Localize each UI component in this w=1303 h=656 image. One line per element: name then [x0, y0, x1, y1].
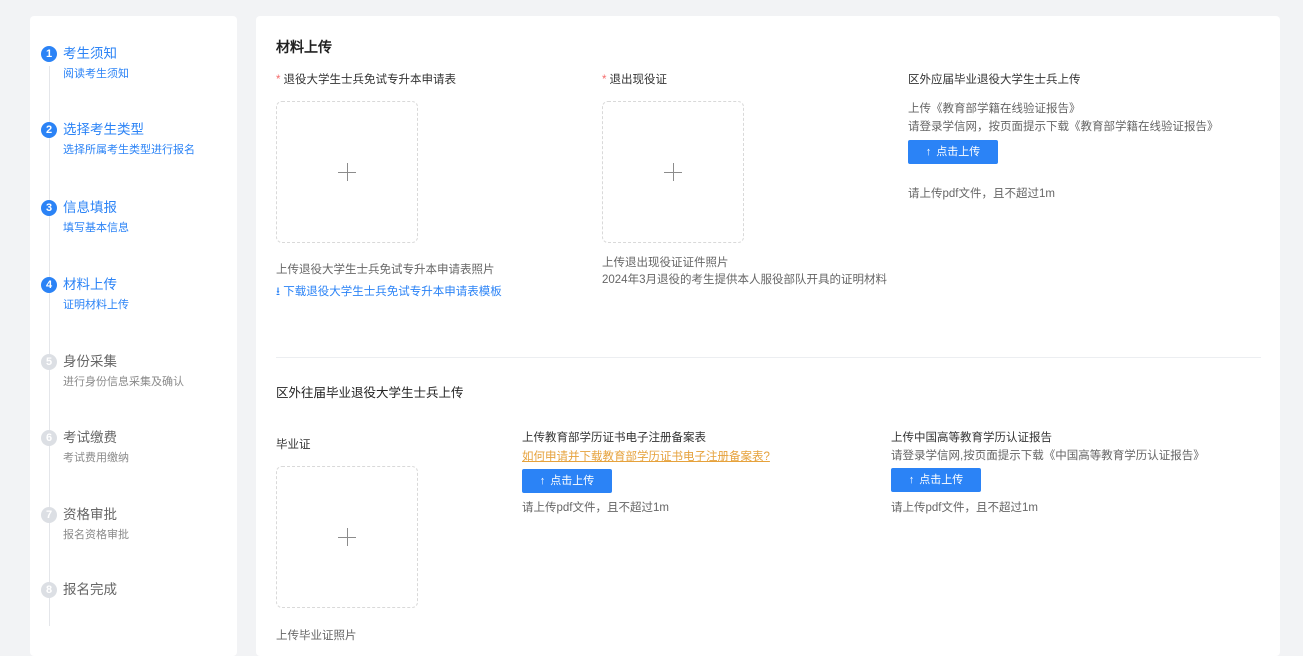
step-number: 8 — [41, 582, 57, 598]
degree-record-upload-button[interactable]: ↑ 点击上传 — [522, 469, 612, 493]
required-mark: * — [276, 74, 281, 86]
current-grad-line2: 请登录学信网，按页面提示下载《教育部学籍在线验证报告》 — [908, 121, 1219, 133]
diploma-upload[interactable] — [276, 466, 418, 608]
step-subtitle: 阅读考生须知 — [63, 68, 129, 80]
section-divider — [276, 357, 1261, 358]
upload-button-label: 点击上传 — [936, 146, 981, 158]
upload-button-label: 点击上传 — [919, 474, 964, 486]
step-subtitle: 考试费用缴纳 — [63, 452, 129, 464]
step-number: 1 — [41, 46, 57, 62]
degree-cert-upload-button[interactable]: ↑ 点击上传 — [891, 468, 981, 492]
degree-cert-note: 请上传pdf文件，且不超过1m — [891, 502, 1038, 514]
step-number: 3 — [41, 200, 57, 216]
current-grad-line1: 上传《教育部学籍在线验证报告》 — [908, 103, 1081, 115]
discharge-cert-upload[interactable] — [602, 101, 744, 243]
plus-icon — [338, 528, 356, 546]
upload-arrow-icon: ↑ — [539, 475, 546, 487]
label-text: 退出现役证 — [609, 74, 667, 86]
diploma-label: 毕业证 — [276, 439, 311, 451]
step-number: 4 — [41, 277, 57, 293]
step-title: 材料上传 — [63, 277, 117, 292]
current-grad-upload-label: 区外应届毕业退役大学生士兵上传 — [908, 74, 1081, 86]
plus-icon — [664, 163, 682, 181]
download-template-label: 下载退役大学生士兵免试专升本申请表模板 — [283, 286, 502, 298]
application-form-upload[interactable] — [276, 101, 418, 243]
degree-record-help-link[interactable]: 如何申请并下载教育部学历证书电子注册备案表? — [522, 448, 770, 464]
label-text: 退役大学生士兵免试专升本申请表 — [283, 74, 456, 86]
step-number: 6 — [41, 430, 57, 446]
step-number: 5 — [41, 354, 57, 370]
materials-upload-panel: 材料上传 * 退役大学生士兵免试专升本申请表 上传退役大学生士兵免试专升本申请表照… — [256, 16, 1280, 656]
upload-arrow-icon: ↑ — [925, 146, 932, 158]
degree-cert-line: 请登录学信网,按页面提示下载《中国高等教育学历认证报告》 — [891, 450, 1205, 462]
step-subtitle: 证明材料上传 — [63, 299, 129, 311]
application-form-hint: 上传退役大学生士兵免试专升本申请表照片 — [276, 264, 495, 276]
upload-button-label: 点击上传 — [550, 475, 595, 487]
page-title: 材料上传 — [276, 39, 332, 55]
step-title: 信息填报 — [63, 200, 117, 215]
discharge-cert-note: 2024年3月退役的考生提供本人服役部队开具的证明材料 — [602, 274, 887, 286]
step-title: 考生须知 — [63, 46, 117, 61]
discharge-cert-label: * 退出现役证 — [602, 71, 667, 87]
degree-record-title: 上传教育部学历证书电子注册备案表 — [522, 432, 706, 444]
current-grad-note: 请上传pdf文件，且不超过1m — [908, 188, 1055, 200]
steps-sidebar: 1 考生须知 阅读考生须知 2 选择考生类型 选择所属考生类型进行报名 3 信息… — [30, 16, 237, 656]
step-subtitle: 填写基本信息 — [63, 222, 129, 234]
degree-record-note: 请上传pdf文件，且不超过1m — [522, 502, 669, 514]
current-grad-upload-button[interactable]: ↑ 点击上传 — [908, 140, 998, 164]
step-number: 2 — [41, 122, 57, 138]
step-number: 7 — [41, 507, 57, 523]
degree-cert-title: 上传中国高等教育学历认证报告 — [891, 432, 1052, 444]
steps-connector-line — [49, 66, 50, 626]
step-title: 选择考生类型 — [63, 122, 144, 137]
step-title: 资格审批 — [63, 507, 117, 522]
step-title: 考试缴费 — [63, 430, 117, 445]
discharge-cert-hint: 上传退出现役证证件照片 — [602, 257, 729, 269]
plus-icon — [338, 163, 356, 181]
past-grad-section-title: 区外往届毕业退役大学生士兵上传 — [276, 386, 464, 400]
step-subtitle: 进行身份信息采集及确认 — [63, 376, 184, 388]
step-subtitle: 选择所属考生类型进行报名 — [63, 144, 195, 156]
step-subtitle: 报名资格审批 — [63, 529, 129, 541]
download-icon: ⭳ — [276, 286, 281, 298]
upload-arrow-icon: ↑ — [908, 474, 915, 486]
required-mark: * — [602, 74, 607, 86]
download-template-link[interactable]: ⭳ 下载退役大学生士兵免试专升本申请表模板 — [276, 283, 502, 303]
step-title: 报名完成 — [63, 582, 117, 597]
step-title: 身份采集 — [63, 354, 117, 369]
application-form-label: * 退役大学生士兵免试专升本申请表 — [276, 71, 456, 87]
